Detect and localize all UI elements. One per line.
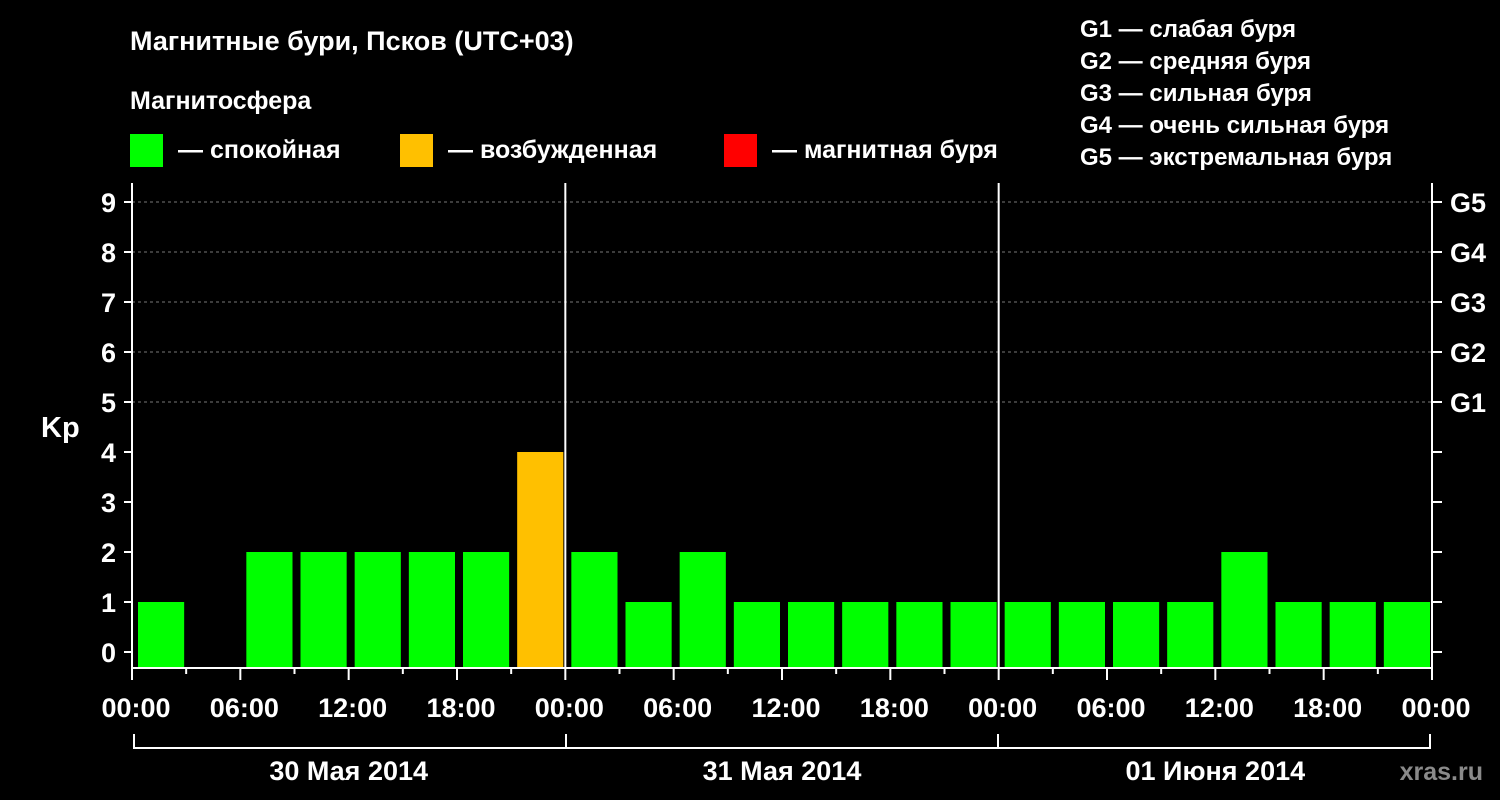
g-scale-g3: G3 — сильная буря xyxy=(1080,80,1312,107)
legend-swatch-quiet xyxy=(130,134,163,167)
bar-16 xyxy=(1004,602,1051,668)
bar-13 xyxy=(842,602,889,668)
chart-title: Магнитные бури, Псков (UTC+03) xyxy=(130,26,574,56)
g-level-label-g4: G4 xyxy=(1450,238,1486,268)
x-tick-label-0: 00:00 xyxy=(101,693,170,723)
y-tick-label-2: 2 xyxy=(101,538,116,568)
day-label-1: 31 Мая 2014 xyxy=(703,756,862,786)
bar-18 xyxy=(1113,602,1160,668)
bar-10 xyxy=(679,552,726,668)
x-tick-label-11: 18:00 xyxy=(1293,693,1362,723)
y-tick-label-6: 6 xyxy=(101,338,116,368)
x-tick-label-8: 00:00 xyxy=(968,693,1037,723)
legend-heading: Магнитосфера xyxy=(130,87,312,115)
bar-22 xyxy=(1329,602,1376,668)
g-scale-g4: G4 — очень сильная буря xyxy=(1080,112,1389,139)
axes: 0 1 2 3 4 5 6 7 8 9 G1 G2 G3 G4 G5 00:00 06:00 12:00 18:00… xyxy=(101,183,1486,786)
bar-12 xyxy=(788,602,835,668)
bar-14 xyxy=(896,602,943,668)
x-tick-label-3: 18:00 xyxy=(426,693,495,723)
bars xyxy=(138,452,1430,668)
bar-7 xyxy=(517,452,564,668)
x-tick-label-2: 12:00 xyxy=(318,693,387,723)
x-tick-label-7: 18:00 xyxy=(860,693,929,723)
bar-8 xyxy=(571,552,618,668)
x-tick-label-10: 12:00 xyxy=(1185,693,1254,723)
legend-swatch-active xyxy=(400,134,433,167)
legend-label-active: — возбужденная xyxy=(448,136,657,164)
y-tick-label-7: 7 xyxy=(101,288,116,318)
x-tick-label-4: 00:00 xyxy=(535,693,604,723)
bar-21 xyxy=(1275,602,1322,668)
y-tick-label-5: 5 xyxy=(101,388,116,418)
y-axis-label: Kp xyxy=(41,412,80,444)
bar-5 xyxy=(408,552,455,668)
bar-15 xyxy=(950,602,997,668)
x-tick-label-12: 00:00 xyxy=(1401,693,1470,723)
g-level-label-g2: G2 xyxy=(1450,338,1486,368)
y-tick-label-3: 3 xyxy=(101,488,116,518)
bar-4 xyxy=(354,552,401,668)
legend-label-storm: — магнитная буря xyxy=(772,136,998,164)
bar-9 xyxy=(625,602,672,668)
bar-11 xyxy=(733,602,780,668)
g-scale-g5: G5 — экстремальная буря xyxy=(1080,144,1392,171)
g-level-label-g5: G5 xyxy=(1450,188,1486,218)
watermark: xras.ru xyxy=(1400,758,1483,786)
bar-20 xyxy=(1221,552,1268,668)
day-label-2: 01 Июня 2014 xyxy=(1126,756,1306,786)
bar-3 xyxy=(300,552,347,668)
g-level-label-g3: G3 xyxy=(1450,288,1486,318)
bar-0 xyxy=(138,602,185,668)
legend-swatch-storm xyxy=(724,134,757,167)
y-tick-label-4: 4 xyxy=(101,438,116,468)
y-tick-label-8: 8 xyxy=(101,238,116,268)
x-tick-label-6: 12:00 xyxy=(751,693,820,723)
y-tick-label-0: 0 xyxy=(101,638,116,668)
x-tick-label-1: 06:00 xyxy=(210,693,279,723)
g-level-label-g1: G1 xyxy=(1450,388,1486,418)
gridlines xyxy=(132,201,1432,403)
x-tick-label-9: 06:00 xyxy=(1076,693,1145,723)
bar-17 xyxy=(1058,602,1105,668)
legend-label-quiet: — спокойная xyxy=(178,136,341,164)
kp-chart: Магнитные бури, Псков (UTC+03) Магнитосф… xyxy=(41,16,1486,786)
g-scale-g2: G2 — средняя буря xyxy=(1080,48,1311,75)
bar-19 xyxy=(1167,602,1214,668)
y-tick-label-9: 9 xyxy=(101,188,116,218)
bar-6 xyxy=(463,552,510,668)
bar-23 xyxy=(1383,602,1430,668)
day-label-0: 30 Мая 2014 xyxy=(269,756,428,786)
y-tick-label-1: 1 xyxy=(101,588,116,618)
bar-2 xyxy=(246,552,293,668)
g-scale-g1: G1 — слабая буря xyxy=(1080,16,1296,43)
x-tick-label-5: 06:00 xyxy=(643,693,712,723)
